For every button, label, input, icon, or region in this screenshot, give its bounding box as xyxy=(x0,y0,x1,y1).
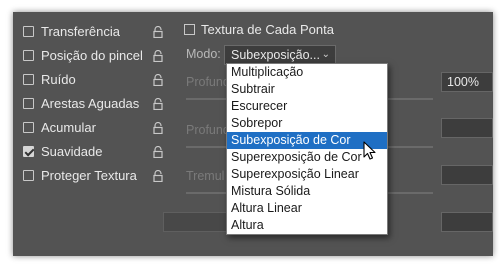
dropdown-item[interactable]: Escurecer xyxy=(227,98,387,115)
ruido-checkbox[interactable] xyxy=(23,74,34,85)
transferencia-checkbox[interactable] xyxy=(23,26,34,37)
acumular-checkbox[interactable] xyxy=(23,122,34,133)
option-suavidade[interactable]: Suavidade xyxy=(13,143,176,163)
option-label: Transferência xyxy=(41,24,120,39)
depth-jitter-field[interactable] xyxy=(441,165,493,185)
lock-icon[interactable] xyxy=(153,98,163,110)
option-arestas-aguadas[interactable]: Arestas Aguadas xyxy=(13,95,176,115)
dropdown-item[interactable]: Sobrepor xyxy=(227,115,387,132)
option-label: Proteger Textura xyxy=(41,168,137,183)
dropdown-item[interactable]: Subtrair xyxy=(227,81,387,98)
mode-label: Modo: xyxy=(186,47,221,61)
depth-label: Profund xyxy=(186,75,230,89)
brush-options-list: Transferência Posição do pincel Ruído Ar… xyxy=(13,12,176,256)
depth-jitter-label: Tremul xyxy=(186,169,225,183)
option-proteger-textura[interactable]: Proteger Textura xyxy=(13,167,176,187)
lock-icon[interactable] xyxy=(153,146,163,158)
mouse-pointer-icon xyxy=(363,141,377,166)
option-label: Arestas Aguadas xyxy=(41,96,140,111)
dropdown-item[interactable]: Multiplicação xyxy=(227,64,387,81)
control-field[interactable] xyxy=(441,212,493,232)
texture-each-tip-checkbox[interactable] xyxy=(184,24,195,35)
chevron-down-icon: ⌄ xyxy=(321,49,330,60)
option-ruido[interactable]: Ruído xyxy=(13,71,176,91)
option-label: Posição do pincel xyxy=(41,48,143,63)
arestas-aguadas-checkbox[interactable] xyxy=(23,98,34,109)
dropdown-item[interactable]: Superexposição Linear xyxy=(227,166,387,183)
lock-icon[interactable] xyxy=(153,74,163,86)
lock-icon[interactable] xyxy=(153,170,163,182)
mode-selected-value: Subexposição... xyxy=(231,48,320,62)
lock-icon[interactable] xyxy=(153,26,163,38)
dropdown-item[interactable]: Altura Linear xyxy=(227,200,387,217)
min-depth-field[interactable] xyxy=(441,118,493,138)
lock-icon[interactable] xyxy=(153,122,163,134)
option-transferencia[interactable]: Transferência xyxy=(13,23,176,43)
suavidade-checkbox[interactable] xyxy=(23,146,34,157)
option-label: Acumular xyxy=(41,120,96,135)
proteger-textura-checkbox[interactable] xyxy=(23,170,34,181)
posicao-do-pincel-checkbox[interactable] xyxy=(23,50,34,61)
texture-each-tip-label: Textura de Cada Ponta xyxy=(201,22,334,37)
depth-value-field[interactable]: 100% xyxy=(441,72,493,92)
mode-select[interactable]: Subexposição... ⌄ xyxy=(224,45,336,65)
option-acumular[interactable]: Acumular xyxy=(13,119,176,139)
option-posicao-do-pincel[interactable]: Posição do pincel xyxy=(13,47,176,67)
min-depth-label: Profund xyxy=(186,123,230,137)
dropdown-item[interactable]: Mistura Sólida xyxy=(227,183,387,200)
option-label: Suavidade xyxy=(41,144,103,159)
dropdown-item[interactable]: Altura xyxy=(227,217,387,234)
lock-icon[interactable] xyxy=(153,50,163,62)
option-label: Ruído xyxy=(41,72,76,87)
